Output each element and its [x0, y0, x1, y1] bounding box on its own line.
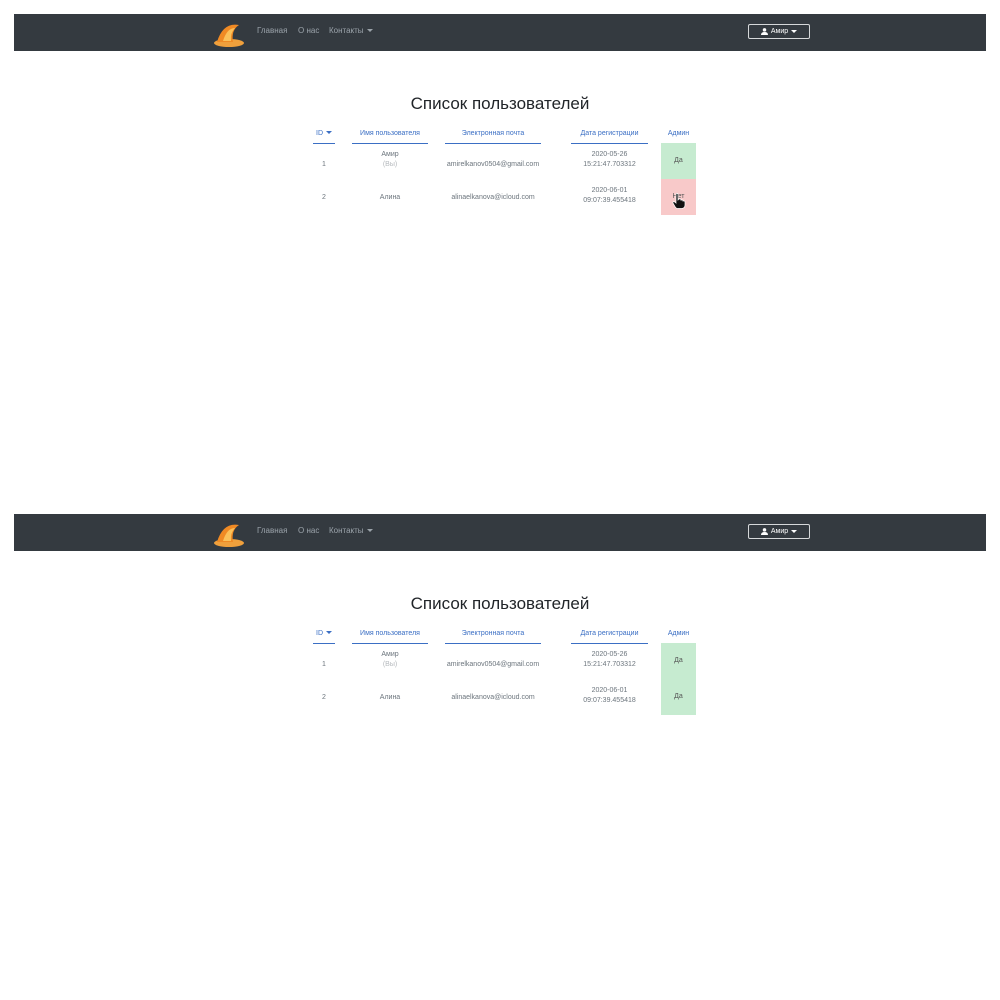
user-icon: [760, 528, 768, 535]
cell-id: 1: [322, 161, 326, 168]
current-user-note: (Вы): [382, 661, 398, 668]
sort-caret-icon: [326, 131, 332, 134]
cell-id: 1: [322, 661, 326, 668]
column-header-id[interactable]: ID: [313, 128, 335, 144]
page-title: Список пользователей: [410, 94, 590, 113]
reg-time: 15:21:47.703312: [583, 161, 636, 168]
cell-date: 2020-05-26 15:21:47.703312: [571, 150, 648, 170]
reg-time: 09:07:39.455418: [583, 197, 636, 204]
navbar: Главная О нас Контакты Амир: [14, 514, 986, 551]
nav-dropdown-contacts[interactable]: Контакты: [329, 526, 373, 535]
column-header-admin[interactable]: Админ: [661, 628, 696, 644]
column-header-id[interactable]: ID: [313, 628, 335, 644]
user-name: Алина: [379, 694, 401, 701]
page-title: Список пользователей: [410, 594, 590, 613]
cell-name: Алина: [352, 193, 428, 203]
admin-toggle-cell[interactable]: Да: [661, 679, 696, 715]
column-header-id-label: ID: [316, 630, 323, 637]
cell-email: alinaelkanova@icloud.com: [451, 194, 535, 201]
cell-name: Амир (Вы): [352, 150, 428, 170]
hand-pointer-cursor-icon: [672, 193, 686, 209]
nav-link-about[interactable]: О нас: [298, 26, 319, 35]
user-menu-button[interactable]: Амир: [748, 24, 810, 39]
nav-dropdown-contacts[interactable]: Контакты: [329, 26, 373, 35]
sunset-logo-icon[interactable]: [209, 518, 249, 548]
sunset-logo-icon[interactable]: [209, 18, 249, 48]
user-menu-label: Амир: [770, 528, 789, 535]
caret-down-icon: [366, 29, 373, 32]
column-header-email[interactable]: Электронная почта: [445, 628, 541, 644]
reg-date: 2020-06-01: [591, 687, 628, 694]
column-header-id-label: ID: [316, 130, 323, 137]
cell-date: 2020-06-01 09:07:39.455418: [571, 686, 648, 706]
caret-down-icon: [791, 30, 798, 33]
caret-down-icon: [791, 530, 798, 533]
reg-date: 2020-05-26: [591, 651, 628, 658]
reg-date: 2020-05-26: [591, 151, 628, 158]
current-user-note: (Вы): [382, 161, 398, 168]
caret-down-icon: [366, 529, 373, 532]
column-header-name[interactable]: Имя пользователя: [352, 628, 428, 644]
cell-name: Алина: [352, 693, 428, 703]
screenshot-frame-before: Главная О нас Контакты Амир Список польз…: [0, 0, 1000, 490]
reg-time: 15:21:47.703312: [583, 661, 636, 668]
user-name: Алина: [379, 194, 401, 201]
user-name: Амир: [381, 651, 399, 658]
nav-link-home[interactable]: Главная: [257, 526, 287, 535]
screenshot-frame-after: Главная О нас Контакты Амир Список польз…: [0, 500, 1000, 990]
nav-link-about[interactable]: О нас: [298, 526, 319, 535]
cell-email: amirelkanov0504@gmail.com: [446, 161, 540, 168]
sort-caret-icon: [326, 631, 332, 634]
reg-date: 2020-06-01: [591, 187, 628, 194]
cell-date: 2020-06-01 09:07:39.455418: [571, 186, 648, 206]
cell-date: 2020-05-26 15:21:47.703312: [571, 650, 648, 670]
reg-time: 09:07:39.455418: [583, 697, 636, 704]
nav-dropdown-contacts-label: Контакты: [329, 26, 364, 35]
cell-email: amirelkanov0504@gmail.com: [446, 661, 540, 668]
column-header-date[interactable]: Дата регистрации: [571, 128, 648, 144]
nav-dropdown-contacts-label: Контакты: [329, 526, 364, 535]
cell-name: Амир (Вы): [352, 650, 428, 670]
column-header-email[interactable]: Электронная почта: [445, 128, 541, 144]
column-header-admin[interactable]: Админ: [661, 128, 696, 144]
user-name: Амир: [381, 151, 399, 158]
admin-toggle-cell[interactable]: Да: [661, 143, 696, 179]
user-menu-label: Амир: [770, 28, 789, 35]
user-menu-button[interactable]: Амир: [748, 524, 810, 539]
admin-toggle-cell[interactable]: Да: [661, 643, 696, 679]
cell-id: 2: [322, 194, 326, 201]
column-header-date[interactable]: Дата регистрации: [571, 628, 648, 644]
cell-id: 2: [322, 694, 326, 701]
column-header-name[interactable]: Имя пользователя: [352, 128, 428, 144]
cell-email: alinaelkanova@icloud.com: [451, 694, 535, 701]
nav-link-home[interactable]: Главная: [257, 26, 287, 35]
navbar: Главная О нас Контакты Амир: [14, 14, 986, 51]
user-icon: [760, 28, 768, 35]
